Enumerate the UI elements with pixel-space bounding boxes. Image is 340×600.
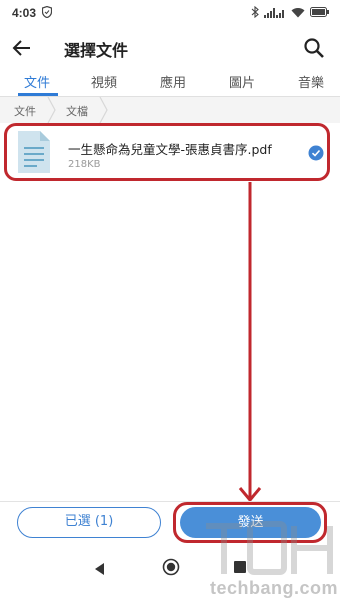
wifi-icon xyxy=(291,7,305,18)
tab-images[interactable]: 圖片 xyxy=(229,72,255,91)
tab-documents[interactable]: 文件 xyxy=(24,72,50,91)
tab-music[interactable]: 音樂 xyxy=(298,72,324,91)
nav-home-icon[interactable] xyxy=(162,558,180,576)
chevron-right-icon xyxy=(99,97,108,123)
tab-bar: 文件 視頻 應用 圖片 音樂 xyxy=(0,70,340,96)
status-icons xyxy=(251,6,330,18)
signal-icon xyxy=(264,7,284,18)
back-arrow-icon[interactable] xyxy=(10,36,34,60)
selected-count-button[interactable]: 已選 (1) xyxy=(17,507,161,538)
shield-icon xyxy=(42,6,52,18)
status-bar: 4:03 xyxy=(0,0,340,26)
nav-back-icon[interactable] xyxy=(93,562,105,576)
breadcrumb: 文件 文檔 xyxy=(0,97,340,123)
highlight-box-file xyxy=(4,123,330,181)
status-time: 4:03 xyxy=(12,6,37,20)
page-title: 選擇文件 xyxy=(64,41,129,60)
breadcrumb-item-documents[interactable]: 文件 xyxy=(14,103,36,119)
watermark-text: techbang.com xyxy=(210,578,339,598)
chevron-right-icon xyxy=(47,97,56,123)
search-icon[interactable] xyxy=(302,36,326,60)
breadcrumb-item-docs[interactable]: 文檔 xyxy=(66,103,88,119)
tab-videos[interactable]: 視頻 xyxy=(91,72,117,91)
tab-apps[interactable]: 應用 xyxy=(160,72,186,91)
bluetooth-icon xyxy=(251,6,259,18)
app-bar: 選擇文件 xyxy=(0,26,340,70)
battery-icon xyxy=(310,7,329,17)
